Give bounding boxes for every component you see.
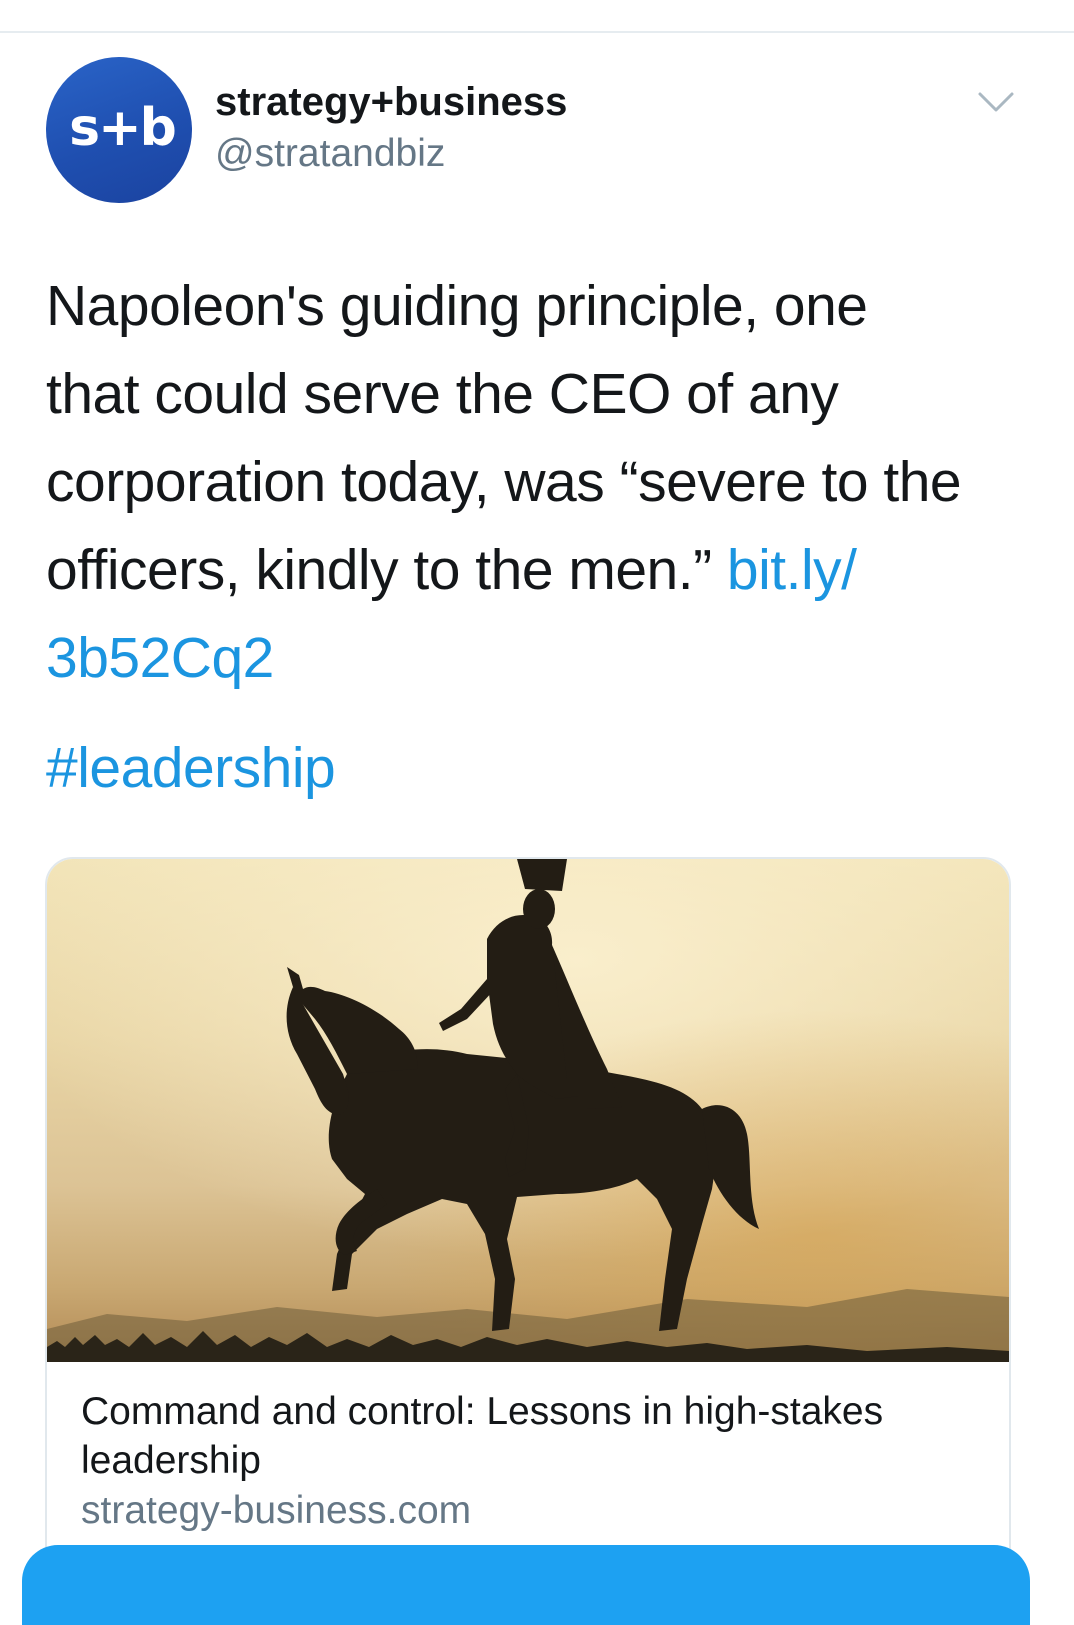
link-preview-card[interactable]: Command and control: Lessons in high-sta… xyxy=(45,857,1011,1621)
avatar-logo-text: s+b xyxy=(69,98,177,158)
author-display-name[interactable]: strategy+business xyxy=(215,80,567,125)
tweet-text-line: that could serve the CEO of any xyxy=(46,362,839,426)
tweet-text-line: Napoleon's guiding principle, one xyxy=(46,274,868,338)
bottom-action-bar[interactable] xyxy=(22,1545,1030,1625)
tweet-text-line: corporation today, was “severe to the xyxy=(46,450,962,514)
author-handle[interactable]: @stratandbiz xyxy=(215,132,445,176)
avatar[interactable]: s+b xyxy=(46,57,192,203)
card-title: Command and control: Lessons in high-sta… xyxy=(81,1390,884,1482)
tweet-text: Napoleon's guiding principle, one that c… xyxy=(46,262,1036,702)
chevron-down-icon[interactable] xyxy=(976,88,1016,118)
tweet-text-line: officers, kindly to the men.” xyxy=(46,538,712,602)
hashtag-link[interactable]: #leadership xyxy=(46,724,336,812)
top-divider xyxy=(0,31,1074,33)
card-domain: strategy-business.com xyxy=(81,1489,472,1532)
card-image xyxy=(47,859,1009,1362)
